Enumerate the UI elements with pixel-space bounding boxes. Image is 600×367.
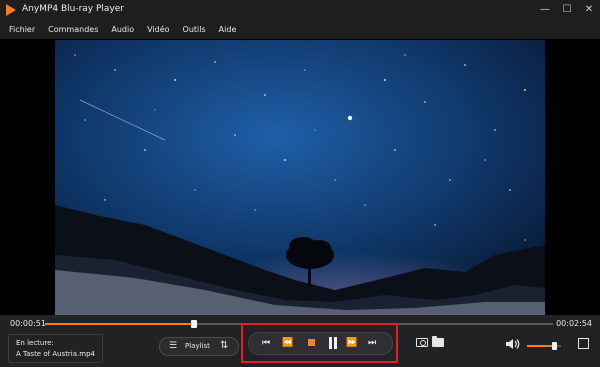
menu-aide[interactable]: Aide	[219, 25, 237, 34]
current-time: 00:00:51	[10, 319, 46, 328]
maximize-button[interactable]: ☐	[562, 3, 572, 16]
seek-bar-progress	[45, 323, 194, 325]
rewind-icon[interactable]: ⏪	[282, 337, 293, 349]
fast-forward-icon[interactable]: ⏩	[346, 337, 357, 349]
minimize-button[interactable]: —	[540, 3, 550, 16]
menu-fichier[interactable]: Fichier	[9, 25, 35, 34]
volume-slider-handle[interactable]	[552, 342, 558, 350]
app-title: AnyMP4 Blu-ray Player	[22, 4, 125, 14]
sort-icon[interactable]: ⇅	[220, 340, 228, 352]
now-playing-label: En lecture:	[16, 339, 54, 347]
playlist-button[interactable]: ☰ Playlist ⇅	[159, 337, 239, 356]
close-button[interactable]: ✕	[584, 3, 594, 16]
list-icon: ☰	[169, 341, 178, 351]
skip-previous-icon[interactable]: ⏮	[262, 337, 270, 349]
control-panel: 00:00:51 00:02:54 En lecture: A Taste of…	[0, 315, 600, 367]
now-playing-panel: En lecture: A Taste of Austria.mp4	[8, 334, 103, 363]
folder-icon[interactable]	[432, 336, 444, 347]
video-starry-night-image	[55, 40, 545, 315]
menu-outils[interactable]: Outils	[183, 25, 206, 34]
playlist-label: Playlist	[185, 342, 210, 350]
stop-icon[interactable]	[308, 339, 315, 346]
video-area[interactable]	[0, 40, 600, 315]
menu-video[interactable]: Vidéo	[147, 25, 169, 34]
pause-icon[interactable]	[329, 337, 337, 349]
camera-icon[interactable]	[416, 338, 428, 347]
volume-slider-fill	[527, 345, 555, 347]
title-bar: AnyMP4 Blu-ray Player — ☐ ✕	[0, 0, 600, 20]
app-logo-icon	[6, 4, 16, 16]
window-controls: — ☐ ✕	[540, 3, 594, 16]
menu-audio[interactable]: Audio	[111, 25, 134, 34]
video-frame[interactable]	[55, 40, 545, 315]
skip-next-icon[interactable]: ⏭	[368, 337, 376, 349]
now-playing-filename: A Taste of Austria.mp4	[16, 350, 95, 358]
fullscreen-icon[interactable]	[578, 338, 589, 349]
total-time: 00:02:54	[556, 319, 592, 328]
speaker-icon[interactable]	[506, 339, 520, 349]
menu-commandes[interactable]: Commandes	[48, 25, 98, 34]
seek-bar-handle[interactable]	[190, 320, 197, 328]
menu-bar: Fichier Commandes Audio Vidéo Outils Aid…	[0, 20, 600, 40]
transport-controls: ⏮ ⏪ ⏩ ⏭	[248, 332, 393, 355]
volume-slider[interactable]	[527, 342, 561, 350]
